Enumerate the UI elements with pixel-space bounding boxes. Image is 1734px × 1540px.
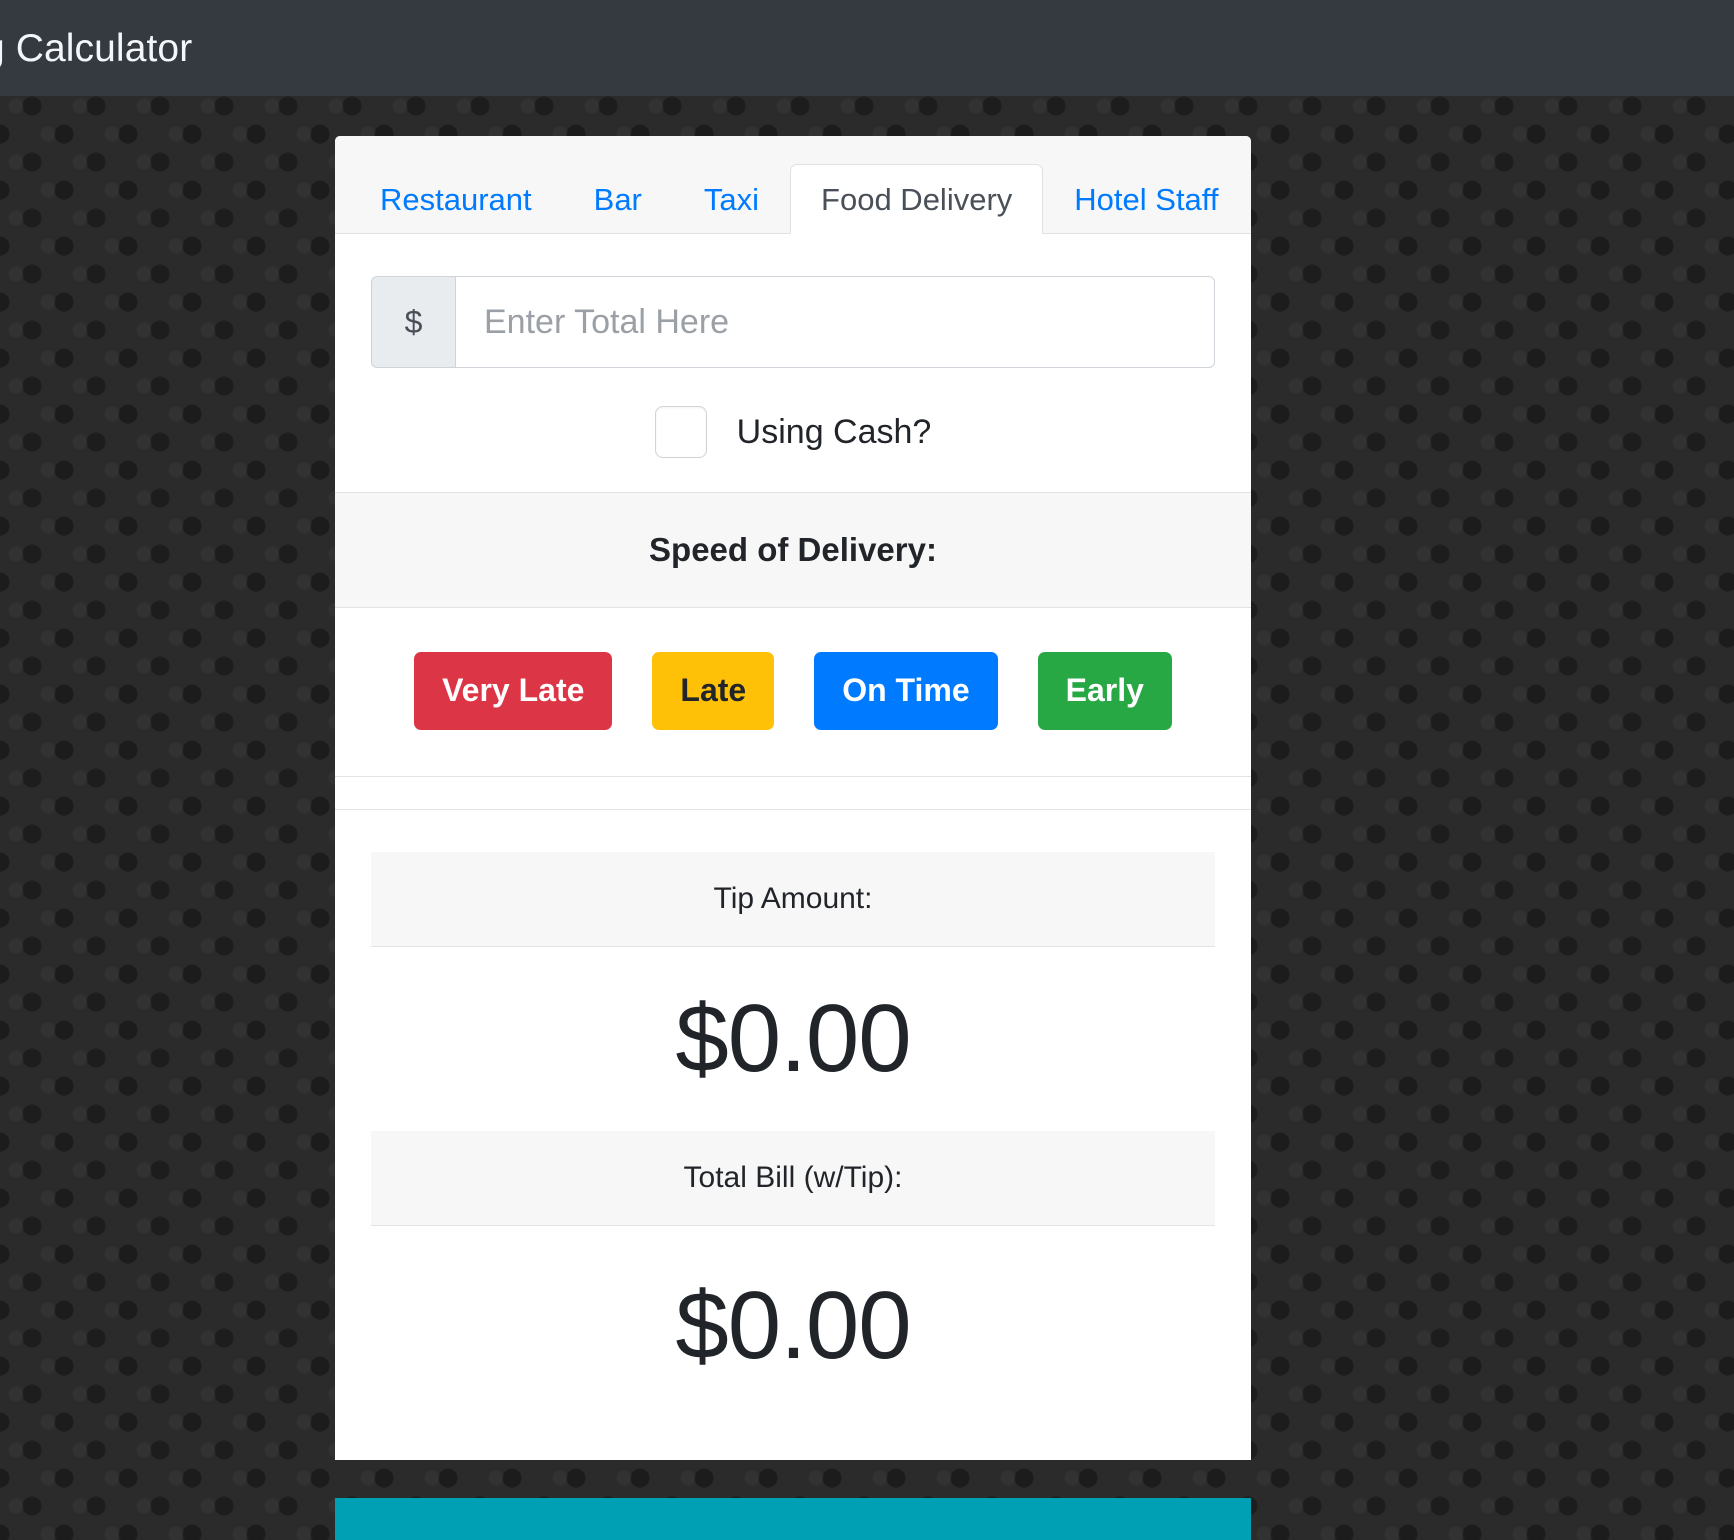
dollar-sign-icon: $ xyxy=(371,276,455,368)
speed-button-very-late[interactable]: Very Late xyxy=(414,652,613,730)
tip-amount-value: $0.00 xyxy=(675,984,911,1092)
top-navbar: g Calculator xyxy=(0,0,1734,96)
total-amount-input[interactable] xyxy=(455,276,1215,368)
using-cash-label: Using Cash? xyxy=(736,412,932,451)
total-bill-value: $0.00 xyxy=(675,1271,911,1379)
speed-button-late[interactable]: Late xyxy=(652,652,775,730)
tab-food-delivery[interactable]: Food Delivery xyxy=(790,164,1044,234)
speed-of-delivery-buttons: Very Late Late On Time Early xyxy=(335,608,1251,776)
total-input-group: $ xyxy=(371,276,1215,368)
tab-strip: Restaurant Bar Taxi Food Delivery Hotel … xyxy=(335,136,1251,234)
speed-of-delivery-title: Speed of Delivery: xyxy=(335,493,1251,608)
results-bottom-spacer xyxy=(371,1426,1215,1460)
tab-restaurant[interactable]: Restaurant xyxy=(349,164,563,234)
entry-section: $ Using Cash? xyxy=(335,234,1251,492)
footer-accent-bar xyxy=(335,1498,1251,1540)
app-title: g Calculator xyxy=(0,26,193,70)
using-cash-row: Using Cash? xyxy=(371,406,1215,458)
speed-button-early[interactable]: Early xyxy=(1037,652,1172,730)
tab-bar[interactable]: Bar xyxy=(563,164,673,234)
tip-amount-label: Tip Amount: xyxy=(371,851,1215,947)
speed-button-on-time[interactable]: On Time xyxy=(814,652,998,730)
tip-calculator-card: Restaurant Bar Taxi Food Delivery Hotel … xyxy=(335,136,1251,1460)
speed-of-delivery-card: Speed of Delivery: Very Late Late On Tim… xyxy=(335,492,1251,777)
tab-hotel-staff[interactable]: Hotel Staff xyxy=(1043,164,1249,234)
tab-taxi[interactable]: Taxi xyxy=(673,164,790,234)
total-bill-label: Total Bill (w/Tip): xyxy=(371,1130,1215,1226)
using-cash-checkbox[interactable] xyxy=(654,406,707,458)
results-card: Tip Amount: $0.00 Total Bill (w/Tip): $0… xyxy=(335,808,1251,1460)
